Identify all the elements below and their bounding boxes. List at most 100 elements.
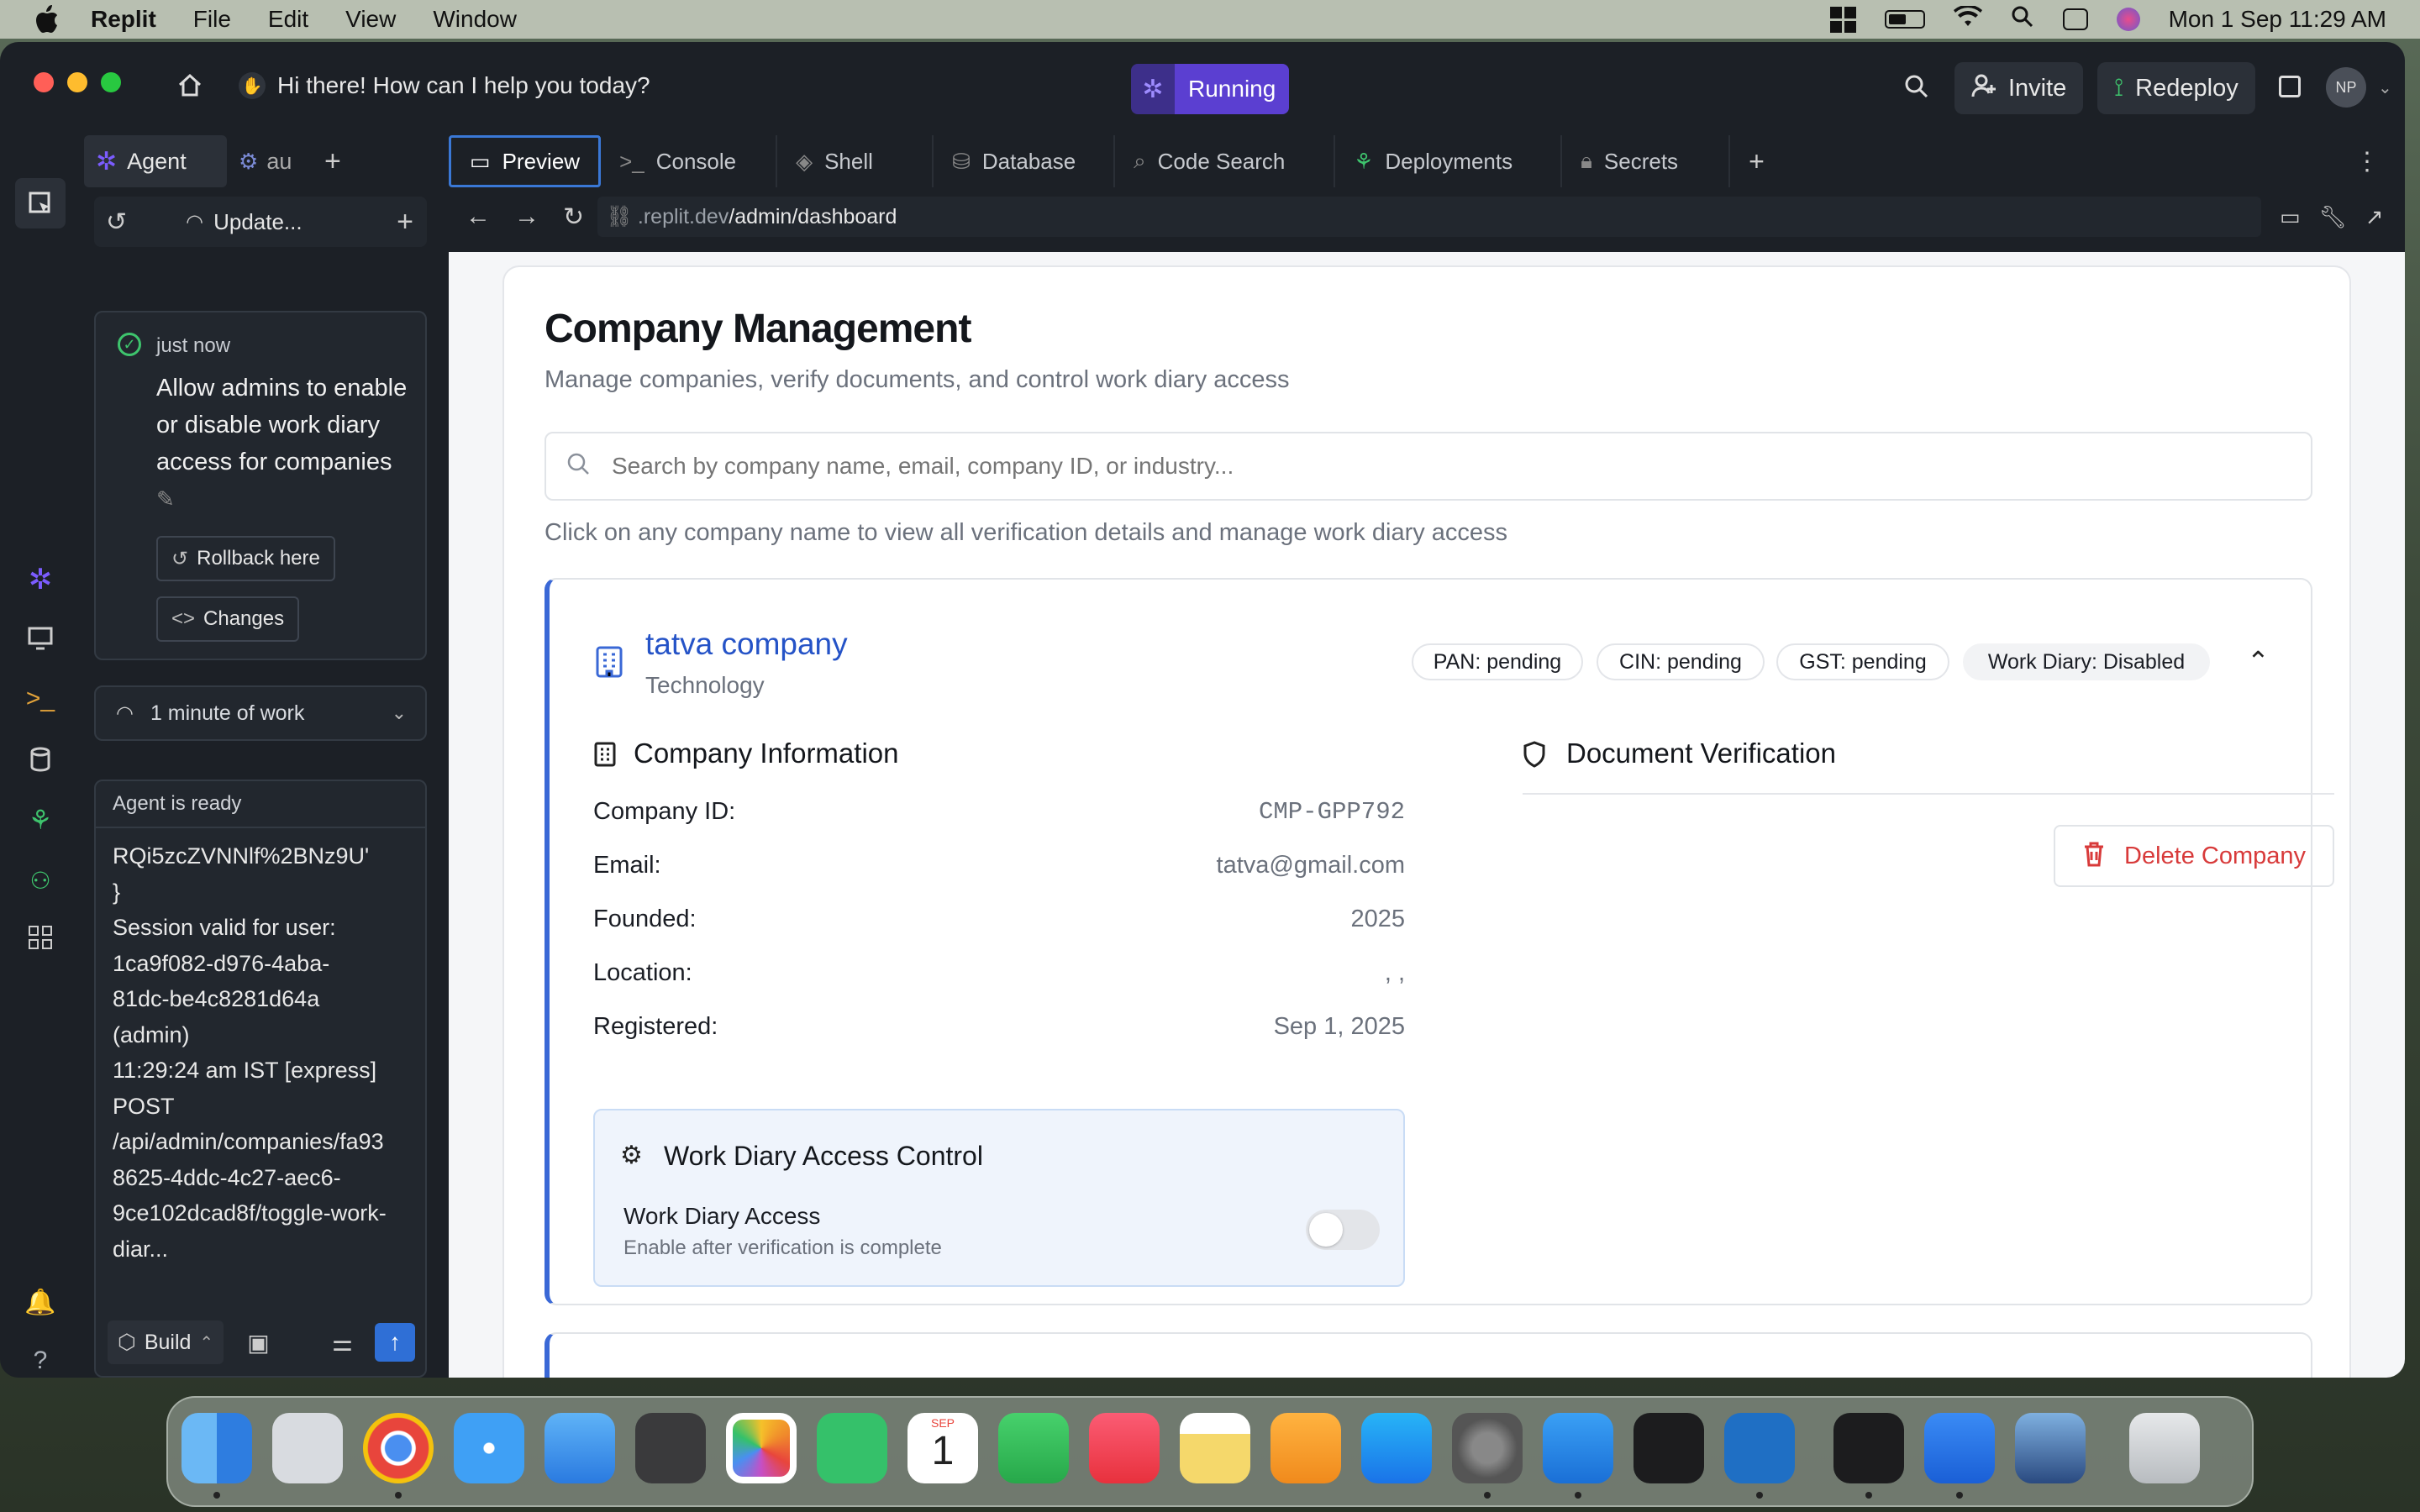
send-button[interactable]: ↑: [375, 1323, 415, 1362]
redeploy-button[interactable]: ⟟ Redeploy: [2097, 62, 2255, 114]
user-avatar[interactable]: NP ⌄: [2326, 67, 2392, 108]
work-summary-row[interactable]: ◠ 1 minute of work ⌄: [94, 685, 427, 741]
update-button[interactable]: ◠ Update...: [186, 209, 302, 235]
control-center-icon[interactable]: [2062, 8, 2088, 30]
notes-icon[interactable]: [1180, 1413, 1250, 1483]
add-tab-button[interactable]: +: [324, 145, 341, 178]
finder-icon[interactable]: [182, 1413, 252, 1483]
database-tool-icon[interactable]: [24, 743, 57, 776]
tab-auth[interactable]: ⚙ au: [227, 135, 319, 187]
close-window-button[interactable]: [34, 72, 54, 92]
home-icon[interactable]: [176, 72, 203, 99]
open-external-icon[interactable]: ↗: [2365, 204, 2384, 230]
menu-file[interactable]: File: [193, 6, 231, 33]
new-chat-button[interactable]: +: [397, 206, 413, 239]
more-options-icon[interactable]: ⋮: [2354, 147, 2380, 176]
tab-secrets[interactable]: 🔒︎ Secrets: [1562, 135, 1731, 187]
tab-shell[interactable]: ◈ Shell: [777, 135, 934, 187]
edit-pencil-icon[interactable]: ✎: [156, 486, 175, 512]
devices-icon[interactable]: ▭: [2280, 204, 2301, 230]
field-label-location: Location:: [593, 959, 692, 986]
build-mode-button[interactable]: ⬡ Build ⌃: [108, 1320, 224, 1364]
grid-menu-icon[interactable]: [1829, 6, 1856, 33]
agent-prompt-bar[interactable]: ✋ Hi there! How can I help you today?: [239, 67, 650, 104]
run-status-pill[interactable]: ✲ Running: [1131, 64, 1290, 114]
delete-company-button[interactable]: Delete Company: [2054, 825, 2334, 887]
search-icon[interactable]: [1904, 74, 1929, 99]
tab-database[interactable]: ⛁ Database: [934, 135, 1116, 187]
add-tab-button[interactable]: +: [1749, 146, 1765, 177]
numbers-icon[interactable]: [998, 1413, 1069, 1483]
photos-icon[interactable]: [726, 1413, 797, 1483]
trash-bin-icon[interactable]: [2129, 1413, 2200, 1483]
tab-deployments-label: Deployments: [1385, 148, 1513, 174]
spotlight-search-icon[interactable]: [2011, 5, 2034, 34]
iphone-mirroring-icon[interactable]: [1634, 1413, 1704, 1483]
help-icon[interactable]: ?: [24, 1344, 57, 1378]
replit-dock-icon[interactable]: [1833, 1413, 1904, 1483]
tool-selector-icon[interactable]: [15, 178, 66, 228]
changes-button[interactable]: <> Changes: [156, 596, 300, 642]
reload-icon[interactable]: ↻: [563, 202, 584, 232]
split-view-icon[interactable]: [2279, 76, 2301, 97]
all-tools-icon[interactable]: [24, 921, 57, 954]
rollback-button[interactable]: ↺ Rollback here: [156, 536, 335, 581]
company-search-input[interactable]: [612, 453, 2208, 480]
preview-tool-icon[interactable]: [24, 622, 57, 655]
menu-window[interactable]: Window: [433, 6, 517, 33]
music-icon[interactable]: [1089, 1413, 1160, 1483]
calculator-icon[interactable]: [635, 1413, 706, 1483]
back-icon[interactable]: ←: [466, 202, 491, 231]
database-icon: ⛁: [952, 148, 971, 174]
tab-agent[interactable]: ✲ Agent: [84, 135, 227, 187]
menubar-clock[interactable]: Mon 1 Sep 11:29 AM: [2169, 6, 2386, 33]
monitor-icon: ▭: [470, 148, 491, 174]
work-diary-toggle[interactable]: [1306, 1210, 1380, 1250]
users-tool-icon[interactable]: ⚇: [24, 864, 57, 897]
tab-deployments[interactable]: ⚘ Deployments: [1335, 135, 1563, 187]
invite-button[interactable]: Invite: [1954, 62, 2084, 114]
menu-view[interactable]: View: [345, 6, 396, 33]
chrome-icon[interactable]: [363, 1413, 434, 1483]
menu-edit[interactable]: Edit: [268, 6, 308, 33]
chevron-up-icon[interactable]: ⌃: [2247, 645, 2270, 677]
field-label-founded: Founded:: [593, 906, 697, 932]
console-tool-icon[interactable]: >_: [24, 682, 57, 716]
chevron-up-icon: ⌃: [199, 1333, 214, 1352]
tab-code-search[interactable]: ⌕ Code Search: [1115, 135, 1336, 187]
agent-tool-icon[interactable]: ✲: [24, 563, 57, 596]
tab-console[interactable]: >_ Console: [601, 135, 778, 187]
app-store-icon[interactable]: [1361, 1413, 1432, 1483]
agent-chat-box: Agent is ready RQi5zcZVNNlf%2BNz9U'} Sess…: [94, 780, 427, 1378]
settings-sliders-icon[interactable]: ⚌: [332, 1329, 353, 1357]
siri-icon[interactable]: [2116, 8, 2140, 31]
launchpad-icon[interactable]: [272, 1413, 343, 1483]
battery-icon[interactable]: [1884, 10, 1925, 29]
wifi-icon[interactable]: [1953, 4, 1982, 34]
deployments-tool-icon[interactable]: ⚘: [24, 803, 57, 837]
safari-icon[interactable]: [454, 1413, 524, 1483]
invite-label: Invite: [2008, 74, 2067, 102]
forward-icon[interactable]: →: [514, 202, 539, 231]
calendar-icon[interactable]: SEP 1: [908, 1413, 978, 1483]
tab-preview[interactable]: ▭ Preview: [449, 135, 602, 187]
history-icon[interactable]: ↺: [106, 207, 127, 237]
vscode-icon[interactable]: [1724, 1413, 1795, 1483]
pages-icon[interactable]: [1270, 1413, 1341, 1483]
mail-icon[interactable]: [544, 1413, 615, 1483]
preview-app-icon[interactable]: [2015, 1413, 2086, 1483]
screen-recorder-icon[interactable]: [1924, 1413, 1995, 1483]
company-search-box[interactable]: [544, 432, 2312, 501]
facetime-icon[interactable]: [817, 1413, 887, 1483]
apple-icon[interactable]: [30, 3, 64, 36]
windows-app-icon[interactable]: [1543, 1413, 1613, 1483]
devtools-icon[interactable]: 🔧︎: [2319, 204, 2347, 230]
company-name-link[interactable]: tatva company: [645, 627, 848, 662]
system-settings-icon[interactable]: [1452, 1413, 1523, 1483]
notifications-icon[interactable]: 🔔: [24, 1285, 57, 1319]
address-field[interactable]: ⛓ .replit.dev /admin/dashboard: [597, 197, 2262, 237]
menu-app-name[interactable]: Replit: [91, 6, 156, 33]
minimize-window-button[interactable]: [67, 72, 87, 92]
image-attach-icon[interactable]: ▣: [247, 1329, 269, 1357]
maximize-window-button[interactable]: [101, 72, 121, 92]
